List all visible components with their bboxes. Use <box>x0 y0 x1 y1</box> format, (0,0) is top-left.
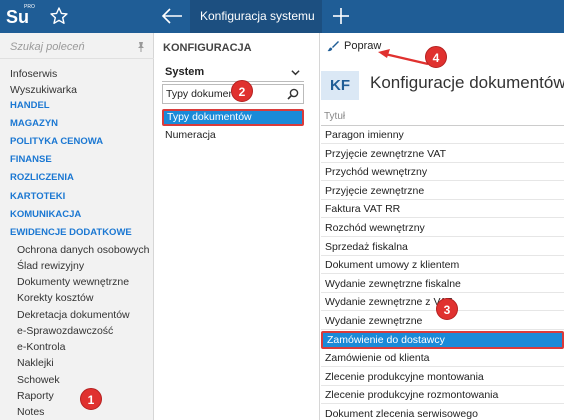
document-config-panel: Popraw KF Konfiguracje dokumentów Tytuł … <box>321 33 564 420</box>
brush-icon[interactable] <box>327 40 339 52</box>
sidebar-item-slad-rewizyjny[interactable]: Ślad rewizyjny <box>17 259 84 273</box>
chevron-down-icon <box>291 70 300 76</box>
sidebar-item-finanse[interactable]: FINANSE <box>10 153 52 167</box>
config-item-numeracja[interactable]: Numeracja <box>162 127 304 144</box>
sidebar-item-dokumenty-wewnetrzne[interactable]: Dokumenty wewnętrzne <box>17 275 129 289</box>
config-search-value: Typy dokumen <box>166 88 235 100</box>
callout-1: 1 <box>80 388 102 410</box>
add-tab-icon[interactable] <box>330 5 352 27</box>
module-badge: KF <box>321 71 359 100</box>
sidebar-item-naklejki[interactable]: Naklejki <box>17 356 54 370</box>
sidebar-item-ochrona-danych-osobowych[interactable]: Ochrona danych osobowych <box>17 243 150 257</box>
sidebar-item-polityka-cenowa[interactable]: POLITYKA CENOWA <box>10 135 103 149</box>
top-bar: Su PRO Konfiguracja systemu <box>0 0 564 33</box>
sidebar-item-infoserwis[interactable]: Infoserwis <box>10 67 57 81</box>
callout-3: 3 <box>436 298 458 320</box>
sidebar-item-handel[interactable]: HANDEL <box>10 99 50 113</box>
table-row[interactable]: Zamówienie od klienta <box>321 349 564 368</box>
sidebar-item-dekretacja-dokumentow[interactable]: Dekretacja dokumentów <box>17 308 130 322</box>
table-row[interactable]: Rozchód wewnętrzny <box>321 219 564 237</box>
category-select-value: System <box>165 66 205 78</box>
back-arrow-icon[interactable] <box>160 6 184 26</box>
column-header-tytul[interactable]: Tytuł <box>324 111 345 122</box>
page-title: Konfiguracje dokumentów <box>370 73 564 92</box>
tab-konfiguracja-systemu[interactable]: Konfiguracja systemu <box>190 0 322 33</box>
app-logo[interactable]: Su PRO <box>6 4 35 29</box>
sidebar-item-e-kontrola[interactable]: e-Kontrola <box>17 340 65 354</box>
table-row[interactable]: Przyjęcie zewnętrzne VAT <box>321 145 564 163</box>
table-row[interactable]: Zamówienie do dostawcy <box>321 330 564 349</box>
command-search-input[interactable]: Szukaj poleceń <box>10 41 85 53</box>
table-row[interactable]: Paragon imienny <box>321 126 564 144</box>
sidebar-item-korekty-kosztow[interactable]: Korekty kosztów <box>17 291 93 305</box>
table-row[interactable]: Faktura VAT RR <box>321 200 564 219</box>
config-item-typy-dokumentow[interactable]: Typy dokumentów <box>162 109 304 126</box>
sidebar-item-raporty[interactable]: Raporty <box>17 389 54 403</box>
table-row[interactable]: Wydanie zewnętrzne fiskalne <box>321 275 564 293</box>
table-row[interactable]: Zlecenie produkcyjne montowania <box>321 368 564 386</box>
search-icon[interactable] <box>287 88 299 100</box>
edit-button[interactable]: Popraw <box>344 40 381 52</box>
logo-badge: PRO <box>24 4 35 10</box>
star-icon[interactable] <box>49 6 69 26</box>
sidebar-item-kartoteki[interactable]: KARTOTEKI <box>10 190 65 204</box>
pin-icon[interactable] <box>135 41 147 53</box>
category-select[interactable]: System <box>162 64 304 82</box>
sidebar: Szukaj poleceń Infoserwis Wyszukiwarka HAN… <box>0 33 154 420</box>
table-row[interactable]: Przychód wewnętrzny <box>321 163 564 182</box>
table-row[interactable]: Dokument umowy z klientem <box>321 256 564 275</box>
table-row[interactable]: Dokument zlecenia serwisowego <box>321 405 564 420</box>
table-row[interactable]: Sprzedaż fiskalna <box>321 238 564 256</box>
sidebar-item-e-sprawozdawczosc[interactable]: e-Sprawozdawczość <box>17 324 113 338</box>
sidebar-item-magazyn[interactable]: MAGAZYN <box>10 117 58 131</box>
sidebar-item-schowek[interactable]: Schowek <box>17 373 60 387</box>
table-row[interactable]: Przyjęcie zewnętrzne <box>321 182 564 200</box>
sidebar-item-notes[interactable]: Notes <box>17 405 44 419</box>
command-search[interactable]: Szukaj poleceń <box>0 35 154 59</box>
sidebar-item-rozliczenia[interactable]: ROZLICZENIA <box>10 171 74 185</box>
table-row[interactable]: Zlecenie produkcyjne rozmontowania <box>321 386 564 405</box>
callout-4: 4 <box>425 46 447 68</box>
sidebar-item-komunikacja[interactable]: KOMUNIKACJA <box>10 208 81 222</box>
sidebar-item-ewidencje-dodatkowe[interactable]: EWIDENCJE DODATKOWE <box>10 226 132 240</box>
config-panel-title: KONFIGURACJA <box>163 42 252 54</box>
callout-2: 2 <box>231 80 253 102</box>
sidebar-item-wyszukiwarka[interactable]: Wyszukiwarka <box>10 83 77 97</box>
